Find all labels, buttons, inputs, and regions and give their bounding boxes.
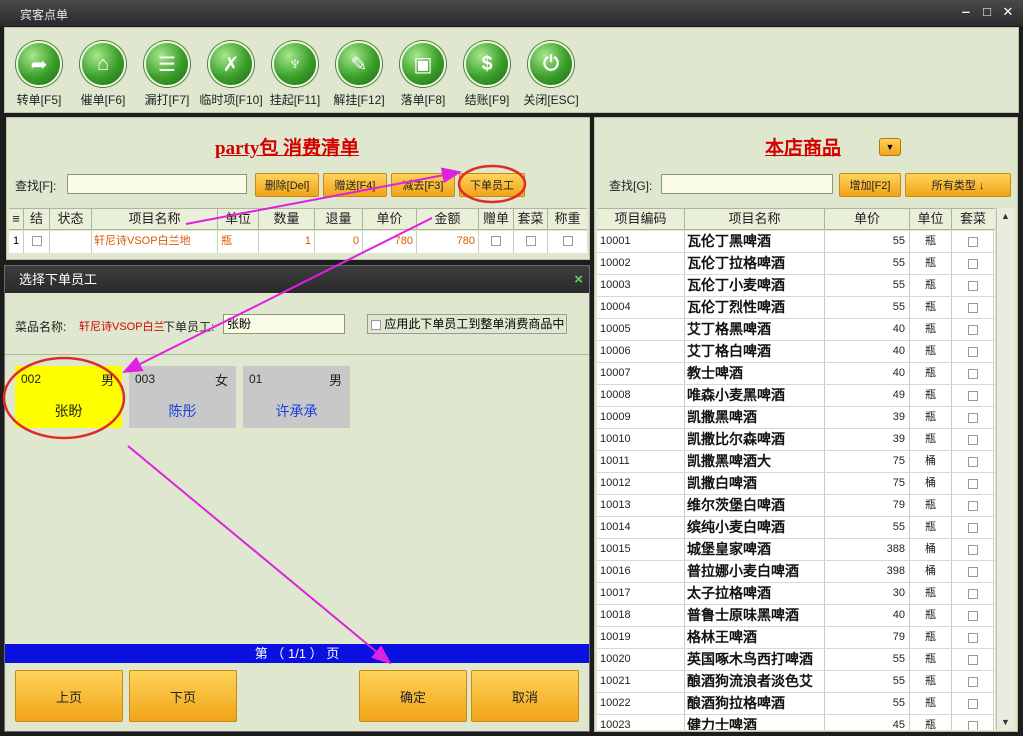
annotation-arrow	[127, 445, 392, 665]
annotation-arrow	[185, 167, 462, 225]
annotation-overlay	[2, 164, 527, 665]
highlight-circle	[457, 164, 527, 204]
annotation-arrow	[122, 217, 433, 373]
highlight-circle	[2, 356, 126, 440]
